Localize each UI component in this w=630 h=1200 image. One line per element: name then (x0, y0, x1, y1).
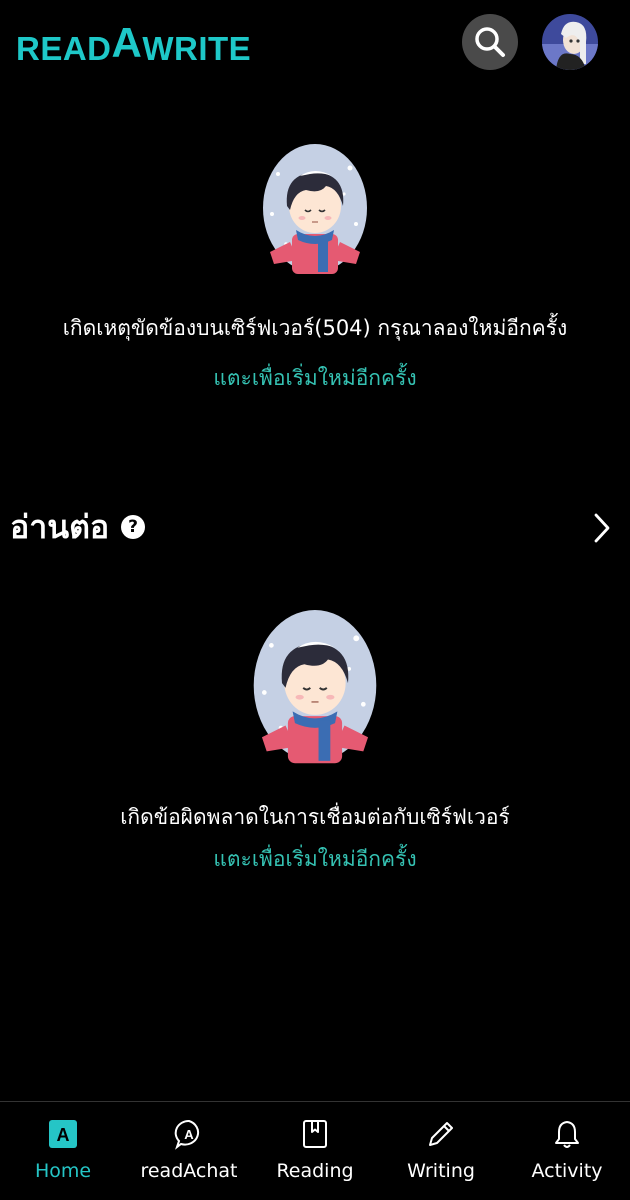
book-icon (303, 1120, 327, 1148)
user-avatar-icon (542, 14, 598, 70)
logo-read: READ (16, 30, 112, 67)
nav-item-writing[interactable]: Writing (378, 1102, 504, 1200)
app-header: READAWRITE (0, 0, 630, 86)
nav-label-activity: Activity (531, 1160, 603, 1182)
mascot-illustration-icon (263, 144, 367, 274)
search-icon (475, 27, 505, 57)
error-message-top: เกิดเหตุขัดข้องบนเซิร์ฟเวอร์(504) กรุณาล… (62, 316, 568, 340)
retry-link-bottom[interactable]: แตะเพื่อเริ่มใหม่อีกครั้ง (0, 843, 630, 876)
screen: READAWRITE เกิดเหตุขัดข้องบนเซิร์ฟเวอร์(… (0, 0, 630, 1200)
search-button[interactable] (462, 14, 518, 70)
chat-icon: A (174, 1119, 200, 1150)
nav-label-readachat: readAchat (140, 1160, 238, 1182)
nav-label-reading: Reading (276, 1160, 354, 1182)
nav-label-home: Home (34, 1160, 92, 1182)
svg-text:A: A (184, 1127, 194, 1142)
bottom-nav: A Home A readAchat Reading Writing Activ… (0, 1101, 630, 1200)
bell-icon (555, 1121, 579, 1148)
mascot-illustration-icon (253, 610, 377, 764)
pencil-icon (429, 1122, 453, 1146)
avatar[interactable] (542, 14, 598, 70)
error-block-bottom: เกิดข้อผิดพลาดในการเชื่อมต่อกับเซิร์ฟเวอ… (0, 610, 630, 876)
readawrite-logo[interactable]: READAWRITE (16, 19, 252, 70)
logo-write: WRITE (142, 30, 252, 67)
nav-label-writing: Writing (407, 1160, 475, 1182)
help-icon[interactable]: ? (121, 515, 146, 539)
nav-item-reading[interactable]: Reading (252, 1102, 378, 1200)
nav-item-activity[interactable]: Activity (504, 1102, 630, 1200)
error-block-top: เกิดเหตุขัดข้องบนเซิร์ฟเวอร์(504) กรุณาล… (0, 144, 630, 395)
section-title: อ่านต่อ (10, 507, 110, 546)
logo-a: A (111, 19, 143, 66)
svg-text:A: A (57, 1125, 70, 1145)
retry-link-top[interactable]: แตะเพื่อเริ่มใหม่อีกครั้ง (0, 362, 630, 395)
continue-reading-header[interactable]: อ่านต่อ ? (10, 502, 620, 552)
home-icon: A (49, 1120, 77, 1148)
nav-item-home[interactable]: A Home (0, 1102, 126, 1200)
error-message-bottom: เกิดข้อผิดพลาดในการเชื่อมต่อกับเซิร์ฟเวอ… (120, 805, 510, 829)
nav-item-readachat[interactable]: A readAchat (126, 1102, 252, 1200)
chevron-right-icon[interactable] (592, 512, 612, 544)
